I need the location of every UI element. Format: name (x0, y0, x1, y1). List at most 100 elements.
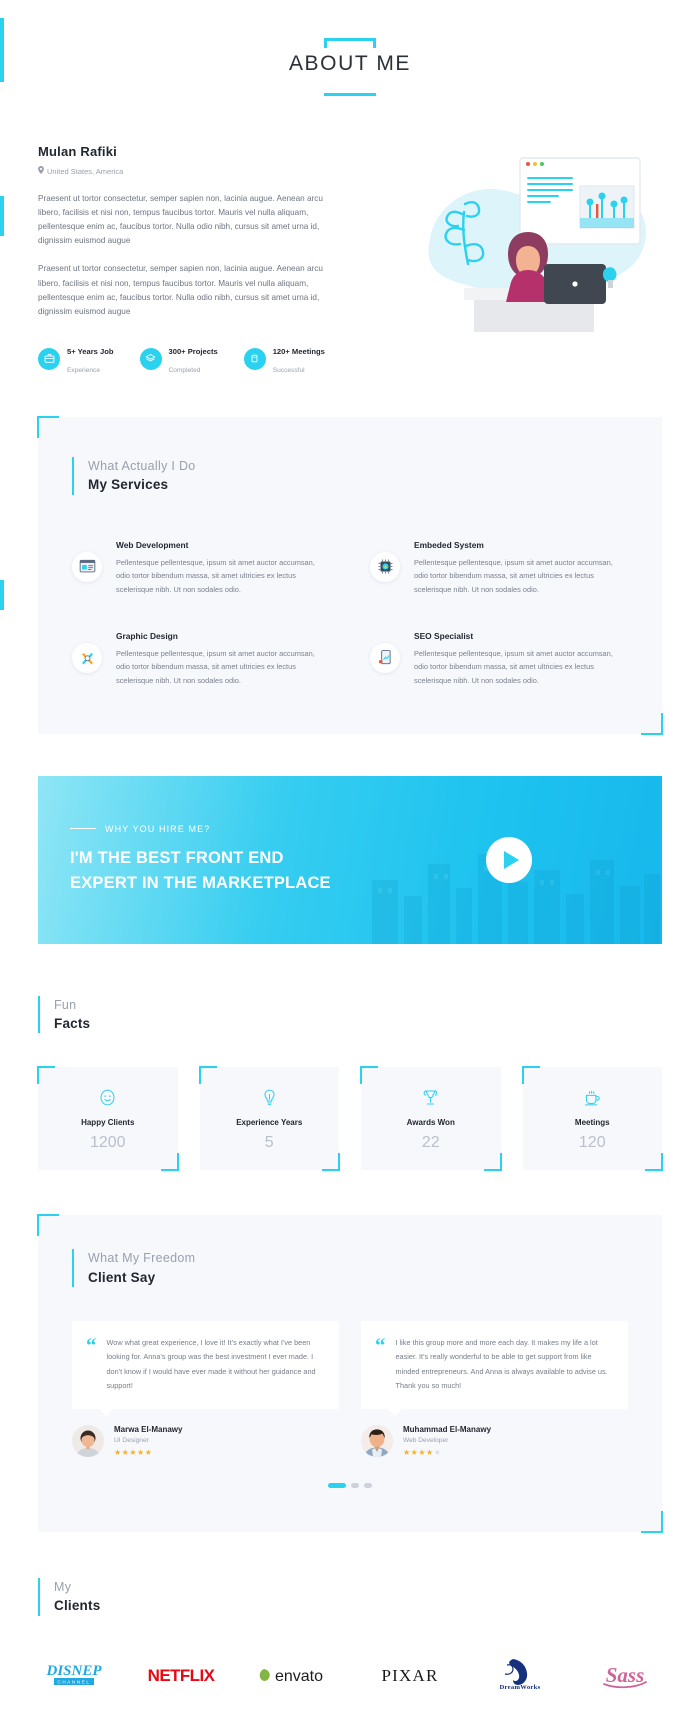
services-kicker: What Actually I Do (88, 458, 196, 473)
about-name: Mulan Rafiki (38, 144, 117, 159)
corner-accent-top-left (360, 1066, 378, 1085)
client-logo-subtext: CHANNEL (57, 1679, 90, 1684)
play-button[interactable] (486, 836, 532, 883)
services-grid: Web Development Pellentesque pellentesqu… (72, 540, 628, 688)
fact-value: 1200 (89, 1134, 126, 1152)
corner-accent-bottom-right (645, 1153, 663, 1172)
page-header: ABOUT ME (0, 0, 700, 96)
client-logo-disney: DISNEP CHANNEL (42, 1656, 106, 1694)
client-logo-text: Sass (606, 1663, 645, 1687)
about-location-text: United States, America (47, 166, 124, 176)
fact-card: Experience Years 5 (198, 1066, 340, 1172)
workspace-illustration (428, 157, 647, 332)
star-icon: ★ (137, 1447, 145, 1457)
map-pin-icon (38, 166, 44, 176)
client-logo-text: envato (275, 1668, 323, 1685)
fun-facts-section: Fun Facts Happy Clients 1200 Experience … (0, 944, 700, 1172)
stat-item: 5+ Years Job Experience (38, 341, 114, 377)
client-logo-envato: envato (256, 1656, 332, 1694)
testimonial-author-name: Muhammad El-Manawy (403, 1424, 492, 1434)
lightbulb-icon (206, 1085, 334, 1109)
testimonials-grid: “ Wow what great experience, I love it! … (72, 1321, 628, 1457)
facts-title: Facts (54, 1015, 91, 1031)
testimonial-author-role: UI Designer (114, 1436, 149, 1444)
corner-accent-top-left (37, 1214, 59, 1237)
clients-kicker: My (54, 1579, 72, 1594)
star-icon-empty: ★ (433, 1447, 442, 1457)
edge-accent-bar-bottom (0, 580, 4, 610)
fact-label: Experience Years (236, 1118, 303, 1128)
service-card[interactable]: Web Development Pellentesque pellentesqu… (72, 540, 330, 597)
edge-accent-bar-mid (0, 196, 4, 236)
avatar (361, 1424, 393, 1457)
fact-label: Happy Clients (81, 1118, 135, 1128)
corner-accent-bottom-right (160, 1153, 179, 1172)
rating-stars: ★★★★★ (403, 1448, 491, 1457)
star-icon: ★ (144, 1447, 153, 1457)
stat-item: 120+ Meetings Successful (243, 341, 325, 377)
testimonials-section: What My Freedom Client Say “ Wow what gr… (37, 1214, 663, 1533)
smiley-icon (44, 1085, 172, 1109)
corner-accent-top-left (521, 1066, 540, 1085)
service-title: Web Development (116, 539, 189, 550)
corner-accent-bottom-right (641, 1510, 663, 1533)
service-title: SEO Specialist (414, 630, 474, 641)
corner-accent-top-left (37, 415, 59, 438)
coffee-cup-icon (529, 1085, 657, 1109)
testimonials-kicker: What My Freedom (88, 1251, 196, 1266)
carousel-pagination[interactable] (72, 1482, 628, 1488)
corner-accent-top-left (37, 1066, 55, 1085)
service-card[interactable]: Embeded System Pellentesque pellentesque… (370, 540, 628, 597)
about-text-column: Mulan Rafiki United States, America Prae… (38, 144, 338, 377)
carousel-dot[interactable] (351, 1482, 359, 1488)
services-title: My Services (88, 477, 169, 492)
testimonial-author-role: Web Developer (403, 1436, 449, 1444)
star-icon: ★ (426, 1447, 434, 1457)
about-stats: 5+ Years Job Experience 300+ Projects Co… (38, 341, 338, 377)
clients-title: Clients (54, 1598, 101, 1614)
facts-grid: Happy Clients 1200 Experience Years 5 Aw… (37, 1066, 663, 1172)
service-card[interactable]: SEO Specialist Pellentesque pellentesque… (370, 631, 628, 688)
service-card[interactable]: Graphic Design Pellentesque pellentesque… (72, 631, 330, 688)
client-logo-text: PIXAR (381, 1666, 438, 1685)
fact-label: Meetings (574, 1118, 610, 1128)
clients-section: My Clients DISNEP CHANNEL NETFLIX envato… (0, 1532, 700, 1734)
fact-card: Awards Won 22 (360, 1066, 502, 1172)
about-paragraph-2: Praesent ut tortor consectetur, semper s… (38, 264, 323, 316)
about-illustration-column (354, 144, 662, 344)
testimonial-text: I like this group more and more each day… (395, 1338, 608, 1390)
hire-headline: I'M THE BEST FRONT END EXPERT IN THE MAR… (70, 846, 331, 896)
rating-stars: ★★★★★ (114, 1448, 182, 1457)
testimonial-author: Marwa El-Manawy UI Designer ★★★★★ (72, 1424, 339, 1457)
hire-headline-line1: I'M THE BEST FRONT END (70, 848, 284, 867)
carousel-dot[interactable] (364, 1482, 372, 1488)
service-title: Embeded System (414, 539, 484, 550)
testimonial-item: “ Wow what great experience, I love it! … (72, 1321, 339, 1457)
testimonials-heading: What My Freedom Client Say (72, 1249, 628, 1288)
client-logo-text: DreamWorks (499, 1684, 540, 1691)
page-title: ABOUT ME (288, 52, 412, 75)
stat-item: 300+ Projects Completed (139, 341, 218, 377)
services-heading: What Actually I Do My Services (72, 456, 628, 495)
fact-card: Meetings 120 (521, 1066, 663, 1172)
bracket-bottom-decoration (324, 86, 376, 96)
client-logo-sass: Sass (592, 1656, 658, 1694)
client-logo-netflix: NETFLIX (145, 1656, 217, 1694)
carousel-dot-active[interactable] (328, 1482, 346, 1488)
service-title: Graphic Design (116, 630, 178, 641)
client-logo-text: NETFLIX (148, 1666, 216, 1685)
hire-content: WHY YOU HIRE ME? I'M THE BEST FRONT END … (38, 824, 331, 896)
layers-icon (139, 347, 162, 370)
service-description: Pellentesque pellentesque, ipsum sit ame… (116, 648, 315, 685)
testimonial-item: “ I like this group more and more each d… (361, 1321, 628, 1457)
star-icon: ★ (403, 1447, 411, 1457)
clients-heading: My Clients (38, 1577, 662, 1616)
stat-subtitle: Completed (168, 366, 201, 374)
facts-heading: Fun Facts (38, 995, 662, 1034)
star-icon: ★ (129, 1447, 138, 1457)
browser-code-icon (72, 551, 102, 582)
star-icon: ★ (418, 1447, 427, 1457)
envato-leaf-icon (260, 1668, 271, 1681)
client-logo-dreamworks: DreamWorks (487, 1656, 553, 1694)
corner-accent-bottom-right (641, 712, 663, 735)
